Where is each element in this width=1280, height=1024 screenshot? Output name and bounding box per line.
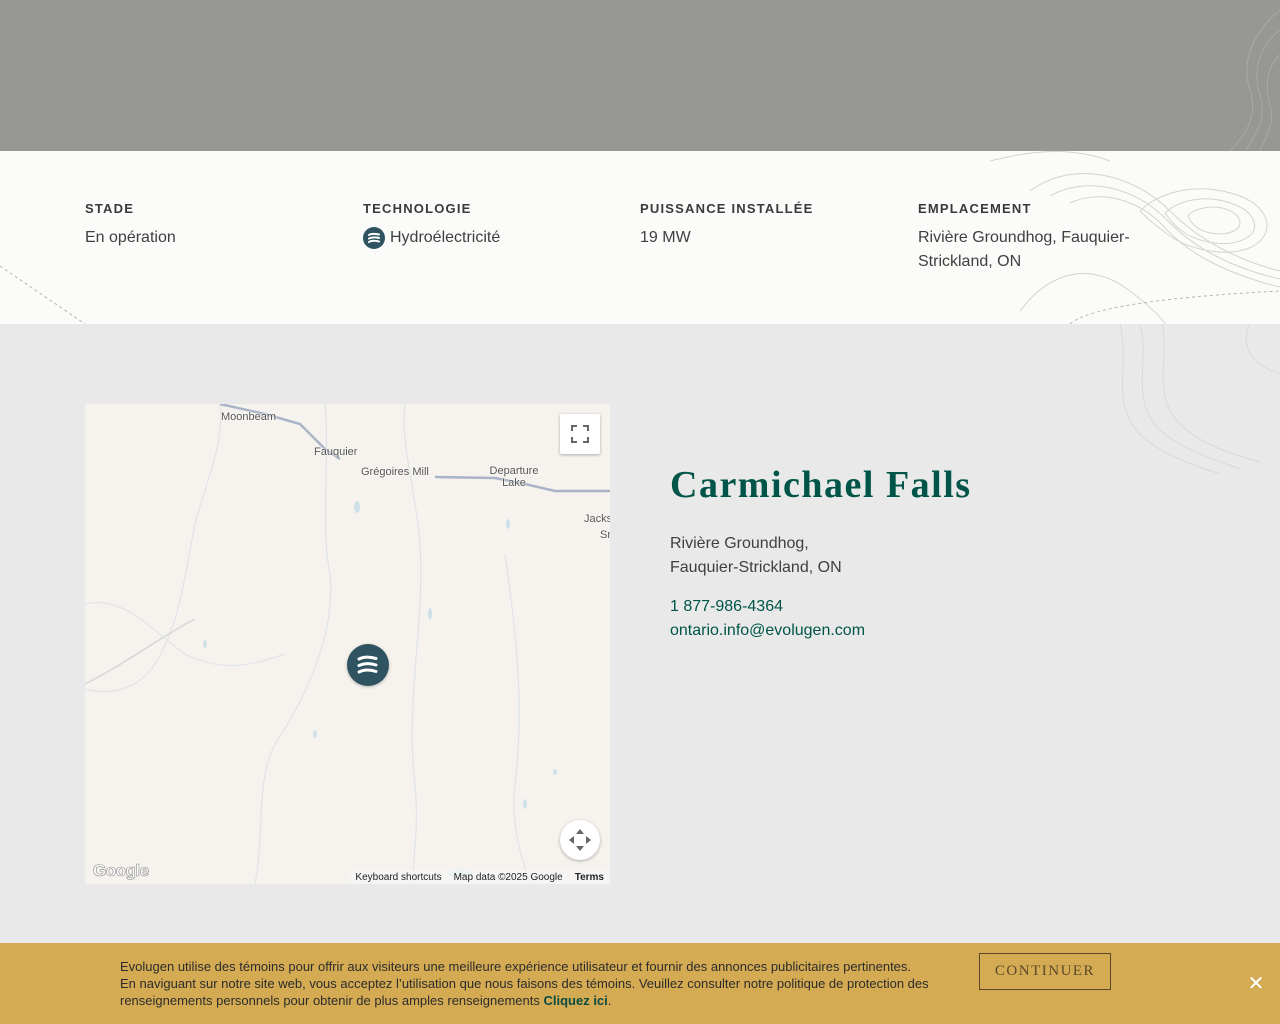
fact-capacity-label: PUISSANCE INSTALLÉE: [640, 201, 814, 216]
facility-marker[interactable]: [347, 644, 389, 686]
cookie-policy-link[interactable]: Cliquez ici: [543, 993, 607, 1008]
email-link[interactable]: ontario.info@evolugen.com: [670, 619, 1190, 643]
map-label-departure-lake: Departure Lake: [489, 465, 539, 489]
keyboard-shortcuts-link[interactable]: Keyboard shortcuts: [355, 872, 441, 883]
cookie-message-text: Evolugen utilise des témoins pour offrir…: [120, 959, 929, 1008]
fact-location-value: Rivière Groundhog, Fauquier-Strickland, …: [918, 229, 1130, 270]
fact-capacity-value: 19 MW: [640, 229, 691, 246]
fullscreen-icon: [571, 425, 589, 443]
cookie-message: Evolugen utilise des témoins pour offrir…: [120, 959, 929, 1008]
fact-location: EMPLACEMENT Rivière Groundhog, Fauquier-…: [918, 201, 1148, 274]
map-fullscreen-button[interactable]: [560, 414, 600, 454]
fact-capacity: PUISSANCE INSTALLÉE 19 MW: [640, 201, 870, 250]
map-camera-control-button[interactable]: [560, 820, 600, 860]
camera-control-icon: [569, 829, 591, 851]
hero-image: [0, 0, 1280, 151]
address-line-2: Fauquier-Strickland, ON: [670, 559, 842, 576]
map-attribution: Keyboard shortcuts Map data ©2025 Google…: [349, 870, 610, 884]
facility-title: Carmichael Falls: [670, 464, 972, 506]
fact-location-label: EMPLACEMENT: [918, 201, 1032, 216]
fact-technology-label: TECHNOLOGIE: [363, 201, 472, 216]
project-facts: STADE En opération TECHNOLOGIE Hydroélec…: [0, 151, 1280, 324]
fact-technology: TECHNOLOGIE Hydroélectricité: [363, 201, 593, 250]
fact-stage: STADE En opération: [85, 201, 315, 250]
map-data-credit: Map data ©2025 Google: [453, 871, 563, 883]
address-line-1: Rivière Groundhog,: [670, 535, 809, 552]
map-label-gregoires-mill: Grégoires Mill: [361, 466, 429, 478]
cookie-banner: Evolugen utilise des témoins pour offrir…: [0, 943, 1280, 1024]
facility-contact: 1 877-986-4364 ontario.info@evolugen.com: [670, 595, 1190, 643]
phone-link[interactable]: 1 877-986-4364: [670, 595, 1190, 619]
fact-stage-label: STADE: [85, 201, 135, 216]
map-label-sr: Sr: [600, 529, 610, 541]
close-icon[interactable]: ✕: [1246, 974, 1266, 994]
facility-address: Rivière Groundhog, Fauquier-Strickland, …: [670, 532, 1190, 580]
hydro-wave-icon: [363, 227, 385, 249]
map-label-moonbeam: Moonbeam: [221, 411, 277, 423]
fact-technology-value: Hydroélectricité: [390, 229, 501, 246]
terms-link[interactable]: Terms: [575, 872, 604, 883]
facility-info: Carmichael Falls Rivière Groundhog, Fauq…: [670, 462, 1190, 643]
map-label-fauquier: Fauquier: [314, 446, 358, 458]
google-logo: Google: [93, 861, 150, 881]
topo-map-decoration-lower: [1119, 324, 1280, 474]
cookie-continue-button[interactable]: CONTINUER: [979, 953, 1111, 990]
topo-decoration: [1229, 9, 1280, 151]
map-label-jacks: Jacks: [584, 513, 610, 525]
fact-stage-value: En opération: [85, 229, 176, 246]
google-map[interactable]: Moonbeam Fauquier Grégoires Mill Departu…: [85, 404, 610, 884]
hydro-wave-icon: [357, 655, 378, 674]
